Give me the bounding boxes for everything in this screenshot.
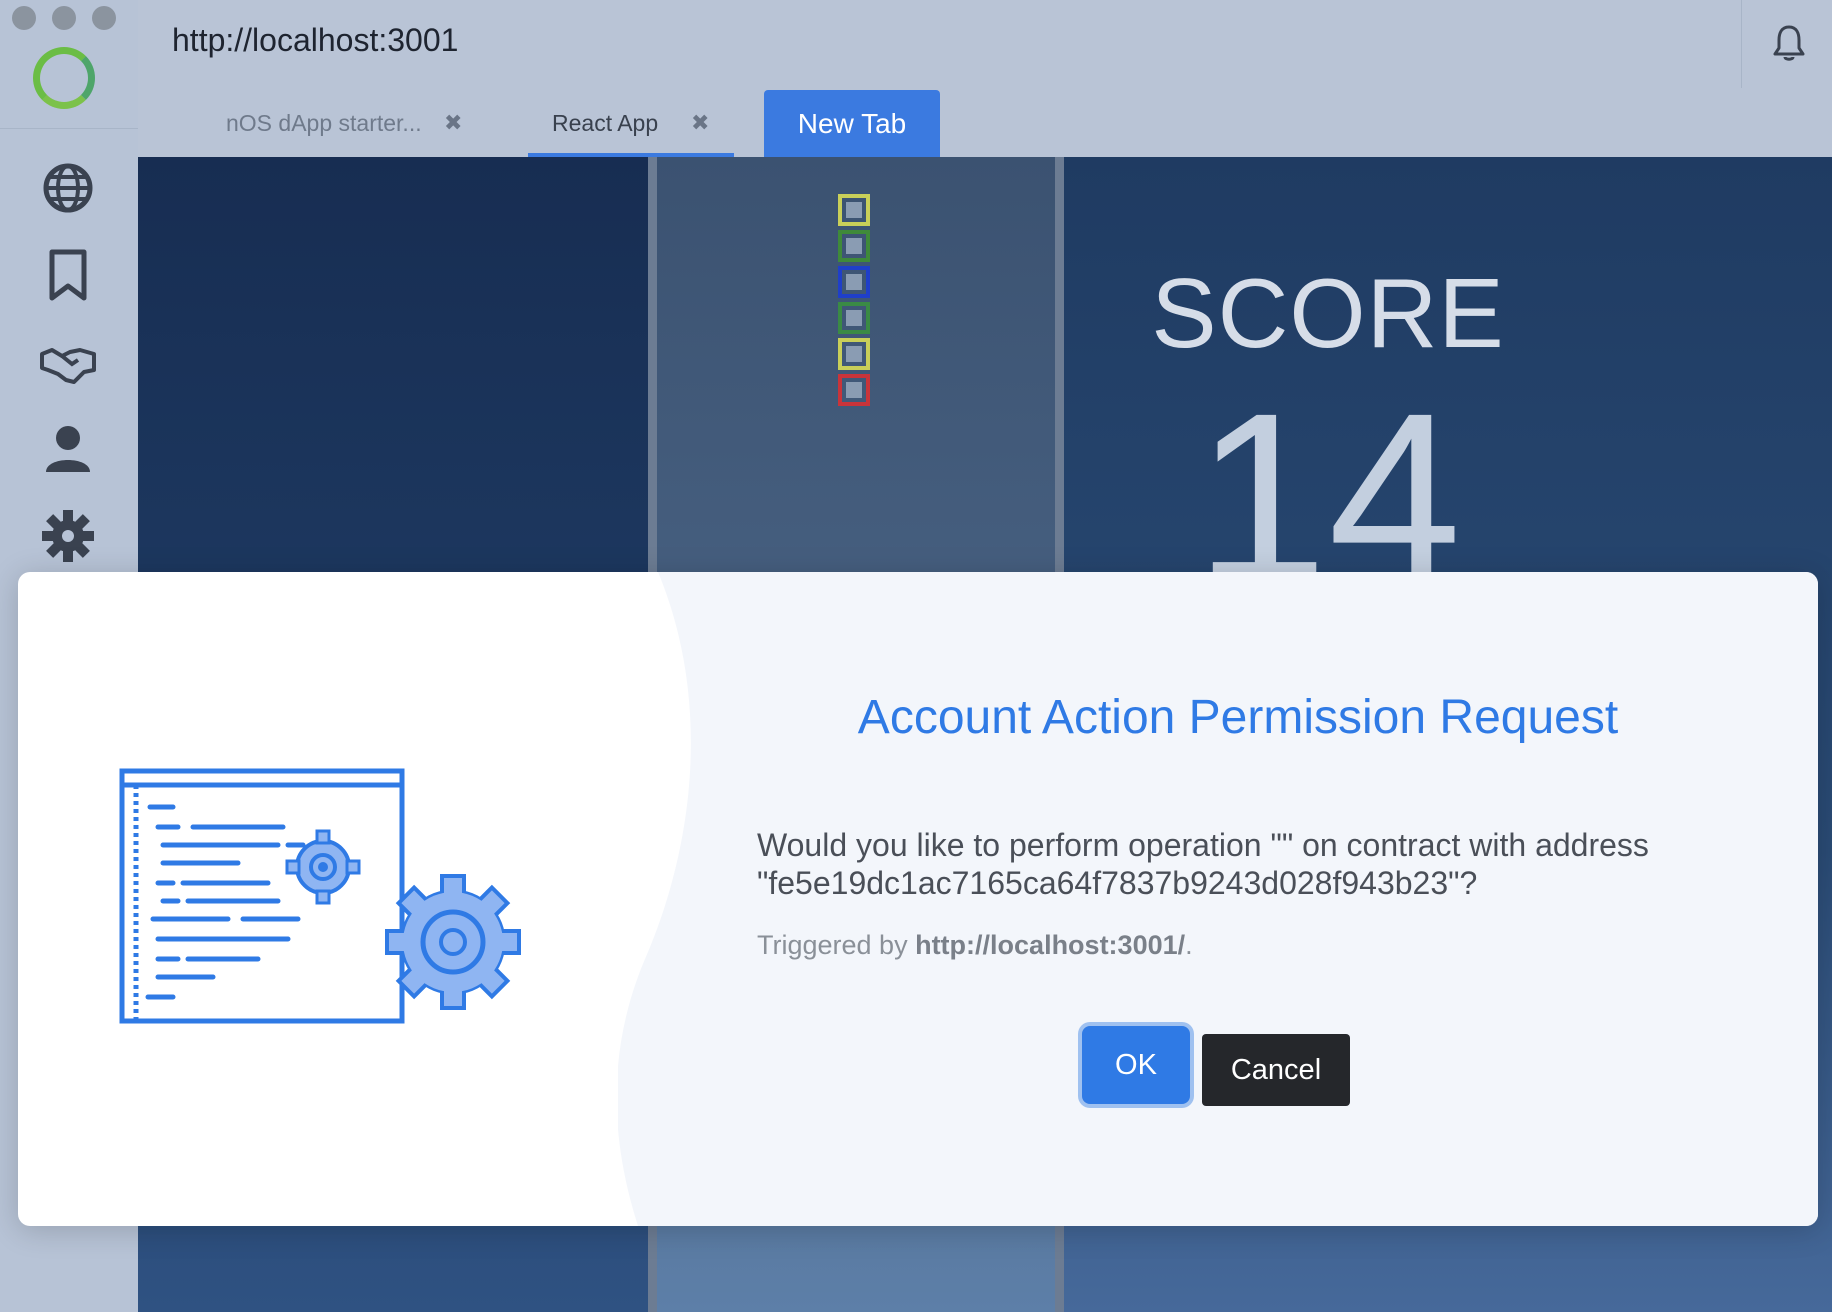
permission-dialog: Account Action Permission Request Would … [18, 572, 1818, 1226]
dialog-trigger-info: Triggered by http://localhost:3001/. [757, 930, 1657, 961]
dialog-title: Account Action Permission Request [857, 691, 1619, 744]
trigger-suffix: . [1185, 930, 1193, 960]
dialog-message: Would you like to perform operation "" o… [757, 827, 1649, 901]
ok-button[interactable]: OK [1082, 1026, 1190, 1104]
modal-overlay: Account Action Permission Request Would … [0, 0, 1832, 1312]
code-settings-illustration [119, 768, 521, 1024]
trigger-prefix: Triggered by [757, 930, 916, 960]
cancel-button[interactable]: Cancel [1202, 1034, 1350, 1106]
trigger-url: http://localhost:3001/ [915, 930, 1186, 960]
